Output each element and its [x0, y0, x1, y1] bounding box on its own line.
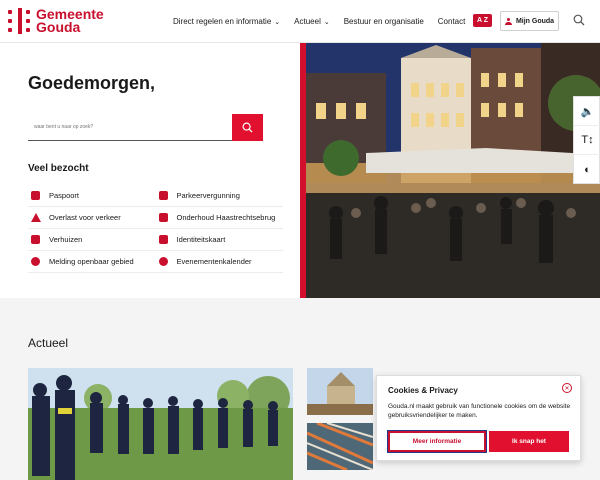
hero-scene-illustration: [306, 43, 600, 298]
search-icon[interactable]: [573, 14, 585, 26]
parking-icon: [158, 191, 168, 200]
close-icon[interactable]: ✕: [562, 383, 572, 393]
chevron-down-icon: ⌄: [274, 18, 281, 26]
meer-informatie-button[interactable]: Meer informatie: [387, 430, 487, 453]
cookie-title: Cookies & Privacy: [388, 386, 458, 395]
link-parkeervergunning[interactable]: Parkeervergunning: [156, 185, 284, 206]
ik-snap-het-button[interactable]: Ik snap het: [489, 431, 569, 452]
link-label: Melding openbaar gebied: [49, 257, 134, 266]
link-paspoort[interactable]: Paspoort: [28, 185, 156, 206]
mijn-gouda-label: Mijn Gouda: [515, 17, 555, 25]
moving-icon: [31, 235, 40, 244]
user-icon: [504, 17, 512, 25]
link-label: Parkeervergunning: [176, 191, 240, 200]
tiles-photo-illustration: [307, 423, 373, 470]
nav-label: Direct regelen en informatie: [173, 17, 272, 26]
news-main-image[interactable]: [28, 368, 293, 480]
contrast-button[interactable]: ◐: [574, 155, 600, 184]
link-label: Evenementenkalender: [176, 257, 252, 266]
logo-mark-icon: [8, 8, 30, 34]
veel-bezocht-heading: Veel bezocht: [28, 163, 89, 174]
link-label: Onderhoud Haastrechtsebrug: [176, 213, 276, 222]
townhall-photo-illustration: [307, 368, 373, 415]
link-verhuizen[interactable]: Verhuizen: [28, 229, 156, 250]
speaker-icon: 🔈: [580, 105, 595, 118]
quick-links: Paspoort Parkeervergunning Overlast voor…: [28, 185, 283, 273]
search-submit-button[interactable]: [232, 114, 263, 141]
link-identiteitskaart[interactable]: Identiteitskaart: [156, 229, 284, 250]
link-label: Verhuizen: [49, 235, 83, 244]
a-z-index-button[interactable]: A Z: [473, 14, 492, 27]
logo-text: Gemeente Gouda: [36, 7, 104, 35]
hero-panel: Goedemorgen, Veel bezocht Paspoort Parke…: [0, 43, 300, 298]
bridge-icon: [158, 213, 168, 222]
news-thumb-townhall[interactable]: [307, 368, 373, 415]
text-size-button[interactable]: T↕: [574, 126, 600, 155]
link-overlast-verkeer[interactable]: Overlast voor verkeer: [28, 207, 156, 228]
link-evenementenkalender[interactable]: Evenementenkalender: [156, 251, 284, 272]
hero-image: [306, 43, 600, 298]
actueel-heading: Actueel: [28, 336, 69, 350]
link-label: Overlast voor verkeer: [49, 213, 121, 222]
cookie-text: Gouda.nl maakt gebruik van functionele c…: [388, 403, 571, 419]
quick-links-row: Verhuizen Identiteitskaart: [28, 229, 283, 251]
site-header: Gemeente Gouda Direct regelen en informa…: [0, 0, 600, 43]
nav-label: Bestuur en organisatie: [343, 17, 424, 26]
passport-icon: [31, 191, 40, 200]
logo-line-2: Gouda: [36, 19, 81, 35]
cookie-dialog: Cookies & Privacy ✕ Gouda.nl maakt gebru…: [376, 375, 581, 461]
greeting-title: Goedemorgen,: [28, 73, 156, 93]
search-input[interactable]: [28, 114, 232, 141]
report-icon: [31, 257, 40, 266]
quick-links-row: Paspoort Parkeervergunning: [28, 185, 283, 207]
read-aloud-button[interactable]: 🔈: [574, 97, 600, 126]
nav-bestuur[interactable]: Bestuur en organisatie: [344, 17, 424, 26]
link-label: Paspoort: [49, 191, 80, 200]
site-search: [28, 114, 263, 141]
link-haastrechtsebrug[interactable]: Onderhoud Haastrechtsebrug: [156, 207, 284, 228]
traffic-cone-icon: [31, 213, 41, 222]
nav-label: Actueel: [294, 17, 321, 26]
news-photo-illustration: [28, 368, 293, 480]
link-melding-openbaar-gebied[interactable]: Melding openbaar gebied: [28, 251, 156, 272]
search-icon: [242, 122, 253, 133]
text-size-icon: T↕: [581, 134, 594, 146]
nav-direct-regelen[interactable]: Direct regelen en informatie ⌄: [173, 17, 280, 26]
contrast-icon: ◐: [584, 163, 591, 176]
id-card-icon: [158, 235, 168, 244]
news-thumb-tiles[interactable]: [307, 423, 373, 470]
main-nav: Direct regelen en informatie ⌄ Actueel ⌄…: [173, 0, 479, 43]
quick-links-row: Melding openbaar gebied Evenementenkalen…: [28, 251, 283, 273]
nav-label: Contact: [437, 17, 466, 26]
quick-links-row: Overlast voor verkeer Onderhoud Haastrec…: [28, 207, 283, 229]
event-icon: [158, 257, 168, 266]
nav-actueel[interactable]: Actueel ⌄: [294, 17, 330, 26]
mijn-gouda-button[interactable]: Mijn Gouda: [500, 11, 559, 31]
nav-contact[interactable]: Contact: [438, 17, 466, 26]
chevron-down-icon: ⌄: [323, 18, 330, 26]
gouda-logo[interactable]: Gemeente Gouda: [8, 7, 104, 35]
link-label: Identiteitskaart: [176, 235, 226, 244]
accessibility-toolbar: 🔈 T↕ ◐: [573, 96, 600, 184]
